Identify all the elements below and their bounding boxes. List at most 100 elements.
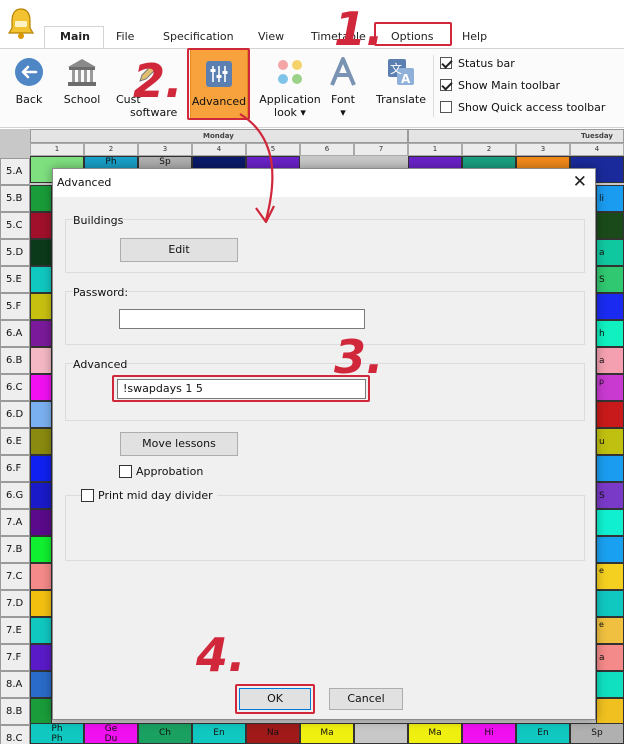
lesson-cell[interactable] xyxy=(30,455,52,482)
lesson-cell[interactable] xyxy=(30,212,52,239)
lesson-cell[interactable] xyxy=(30,266,52,293)
lesson-cell[interactable]: a xyxy=(596,239,624,266)
lesson-label: Ph xyxy=(105,157,117,167)
lesson-cell[interactable] xyxy=(30,698,52,725)
lesson-cell[interactable]: En xyxy=(516,723,570,744)
lesson-cell[interactable]: Hi xyxy=(462,723,516,744)
class-label[interactable]: 7.A xyxy=(0,509,30,536)
lesson-cell[interactable] xyxy=(596,212,624,239)
tab-specification[interactable]: Specification xyxy=(163,30,234,43)
status-bar-checkbox[interactable]: Status bar xyxy=(440,57,515,70)
lesson-cell[interactable]: Ph Ph xyxy=(30,723,84,744)
lesson-cell[interactable]: Sp xyxy=(570,723,624,744)
lesson-cell[interactable] xyxy=(30,320,52,347)
lesson-cell[interactable] xyxy=(596,293,624,320)
lesson-cell[interactable] xyxy=(30,401,52,428)
move-lessons-button[interactable]: Move lessons xyxy=(120,432,238,456)
print-mid-day-divider-checkbox[interactable]: Print mid day divider xyxy=(81,489,217,502)
class-label[interactable]: 5.E xyxy=(0,266,30,293)
translate-button[interactable]: 文 A Translate xyxy=(374,57,428,106)
lesson-cell[interactable] xyxy=(30,347,52,374)
class-label[interactable]: 7.B xyxy=(0,536,30,563)
lesson-cell[interactable]: En xyxy=(192,723,246,744)
main-toolbar-checkbox[interactable]: Show Main toolbar xyxy=(440,79,560,92)
lesson-cell[interactable]: S xyxy=(596,482,624,509)
lesson-cell[interactable]: Ch xyxy=(138,723,192,744)
lesson-cell[interactable] xyxy=(596,455,624,482)
class-label[interactable]: 7.D xyxy=(0,590,30,617)
class-label[interactable]: 6.B xyxy=(0,347,30,374)
lesson-cell[interactable] xyxy=(596,590,624,617)
class-label[interactable]: 5.C xyxy=(0,212,30,239)
tab-help[interactable]: Help xyxy=(462,30,487,43)
class-label[interactable]: 6.A xyxy=(0,320,30,347)
annotation-box-command xyxy=(112,375,370,402)
lesson-cell[interactable] xyxy=(30,509,52,536)
class-label[interactable]: 5.A xyxy=(0,158,30,185)
lesson-cell[interactable] xyxy=(596,536,624,563)
checkbox-checked-icon xyxy=(440,79,452,91)
class-label[interactable]: 6.G xyxy=(0,482,30,509)
lesson-cell[interactable]: Ma xyxy=(408,723,462,744)
lesson-cell[interactable] xyxy=(30,428,52,455)
close-icon[interactable]: ✕ xyxy=(573,173,587,191)
ribbon-panel: Back School Cust software Advanced Appli… xyxy=(0,48,624,128)
lesson-cell[interactable] xyxy=(30,617,52,644)
lesson-cell[interactable] xyxy=(596,401,624,428)
lesson-cell[interactable] xyxy=(354,723,408,744)
class-label[interactable]: 6.C xyxy=(0,374,30,401)
lesson-cell[interactable]: Na xyxy=(246,723,300,744)
class-label[interactable]: 6.E xyxy=(0,428,30,455)
lesson-cell[interactable] xyxy=(30,374,52,401)
lesson-cell[interactable] xyxy=(30,671,52,698)
lesson-label: e xyxy=(599,620,604,629)
lesson-cell[interactable] xyxy=(30,563,52,590)
lesson-cell[interactable] xyxy=(30,293,52,320)
lesson-cell[interactable] xyxy=(30,185,52,212)
lesson-cell[interactable]: p xyxy=(596,374,624,401)
lesson-cell[interactable]: a xyxy=(596,347,624,374)
tab-file[interactable]: File xyxy=(116,30,134,43)
lesson-label: Ge xyxy=(104,724,118,734)
lesson-cell[interactable]: S xyxy=(596,266,624,293)
cancel-button[interactable]: Cancel xyxy=(329,688,403,710)
class-label[interactable]: 8.A xyxy=(0,671,30,698)
back-button[interactable]: Back xyxy=(10,57,48,106)
lesson-label: S xyxy=(599,275,605,285)
lesson-cell[interactable] xyxy=(30,590,52,617)
class-label[interactable]: 7.F xyxy=(0,644,30,671)
lesson-cell[interactable] xyxy=(30,239,52,266)
class-label[interactable]: 6.F xyxy=(0,455,30,482)
lesson-cell[interactable]: Ma xyxy=(300,723,354,744)
quick-access-checkbox[interactable]: Show Quick access toolbar xyxy=(440,101,605,114)
lesson-cell[interactable] xyxy=(596,671,624,698)
tab-view[interactable]: View xyxy=(258,30,284,43)
lesson-cell[interactable]: u xyxy=(596,428,624,455)
lesson-cell[interactable]: e xyxy=(596,617,624,644)
lesson-cell[interactable] xyxy=(596,698,624,725)
tab-main[interactable]: Main xyxy=(60,30,90,43)
lesson-cell[interactable] xyxy=(596,509,624,536)
lesson-cell[interactable]: a xyxy=(596,644,624,671)
status-bar-label: Status bar xyxy=(458,57,515,70)
lesson-cell[interactable]: e xyxy=(596,563,624,590)
class-label[interactable]: 6.D xyxy=(0,401,30,428)
lesson-cell[interactable] xyxy=(30,482,52,509)
lesson-cell[interactable] xyxy=(30,536,52,563)
lesson-cell[interactable]: li xyxy=(596,185,624,212)
class-label[interactable]: 7.C xyxy=(0,563,30,590)
approbation-checkbox[interactable]: Approbation xyxy=(119,465,203,478)
class-label[interactable]: 5.D xyxy=(0,239,30,266)
class-label[interactable]: 8.B xyxy=(0,698,30,725)
class-label[interactable]: 7.E xyxy=(0,617,30,644)
school-button[interactable]: School xyxy=(62,57,102,106)
lesson-cell[interactable] xyxy=(30,644,52,671)
lesson-cell[interactable]: Ge Du xyxy=(84,723,138,744)
lesson-cell[interactable]: h xyxy=(596,320,624,347)
edit-button[interactable]: Edit xyxy=(120,238,238,262)
password-field[interactable] xyxy=(119,309,365,329)
font-button[interactable]: Font ▾ xyxy=(326,57,360,119)
class-label[interactable]: 8.C xyxy=(0,725,30,744)
class-label[interactable]: 5.F xyxy=(0,293,30,320)
class-label[interactable]: 5.B xyxy=(0,185,30,212)
